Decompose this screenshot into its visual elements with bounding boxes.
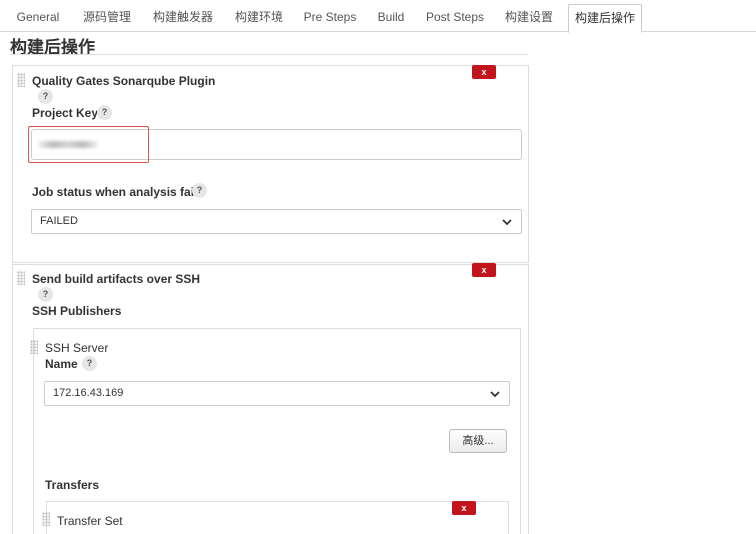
- drag-handle-icon[interactable]: [30, 340, 38, 354]
- ssh-publishers-label: SSH Publishers: [32, 304, 122, 318]
- job-status-value: FAILED: [40, 215, 78, 227]
- server-name-select[interactable]: 172.16.43.169: [44, 381, 510, 406]
- sonarqube-help-icon[interactable]: ?: [38, 89, 53, 104]
- tab-general[interactable]: General: [12, 4, 64, 32]
- tab-pre-steps[interactable]: Pre Steps: [300, 4, 360, 32]
- tab-build-triggers[interactable]: 构建触发器: [148, 4, 218, 32]
- transfers-label: Transfers: [45, 478, 100, 492]
- tab-source-code-management[interactable]: 源码管理: [78, 4, 136, 32]
- project-key-help-icon[interactable]: ?: [97, 105, 112, 120]
- job-status-help-icon[interactable]: ?: [192, 183, 207, 198]
- delete-transfer-set-button[interactable]: x: [452, 501, 476, 515]
- redacted-value: [38, 141, 98, 148]
- server-name-help-icon[interactable]: ?: [82, 356, 97, 371]
- job-status-label: Job status when analysis fails: [32, 185, 205, 199]
- section-divider: [10, 54, 528, 55]
- tab-build-settings[interactable]: 构建设置: [500, 4, 558, 32]
- advanced-button[interactable]: 高级...: [449, 429, 507, 453]
- ssh-server-title: SSH Server: [45, 341, 109, 355]
- project-key-label: Project Key: [32, 106, 99, 120]
- sonarqube-panel-title: Quality Gates Sonarqube Plugin: [32, 74, 216, 88]
- transfer-set-title: Transfer Set: [57, 514, 123, 528]
- ssh-panel-title: Send build artifacts over SSH: [32, 272, 201, 286]
- chevron-down-icon: [490, 391, 500, 398]
- chevron-down-icon: [502, 219, 512, 226]
- delete-sonarqube-button[interactable]: x: [472, 65, 496, 79]
- delete-ssh-button[interactable]: x: [472, 263, 496, 277]
- project-key-input[interactable]: [31, 129, 522, 160]
- tab-build[interactable]: Build: [372, 4, 410, 32]
- drag-handle-icon[interactable]: [17, 271, 25, 285]
- server-name-value: 172.16.43.169: [53, 387, 124, 399]
- server-name-label: Name: [45, 357, 78, 371]
- tab-post-build-actions[interactable]: 构建后操作: [568, 4, 642, 33]
- tab-bar: General 源码管理 构建触发器 构建环境 Pre Steps Build …: [0, 0, 756, 33]
- drag-handle-icon[interactable]: [42, 512, 50, 526]
- tab-post-steps[interactable]: Post Steps: [422, 4, 488, 32]
- job-status-select[interactable]: FAILED: [31, 209, 522, 234]
- ssh-help-icon[interactable]: ?: [38, 287, 53, 302]
- drag-handle-icon[interactable]: [17, 73, 25, 87]
- tab-build-environment[interactable]: 构建环境: [230, 4, 288, 32]
